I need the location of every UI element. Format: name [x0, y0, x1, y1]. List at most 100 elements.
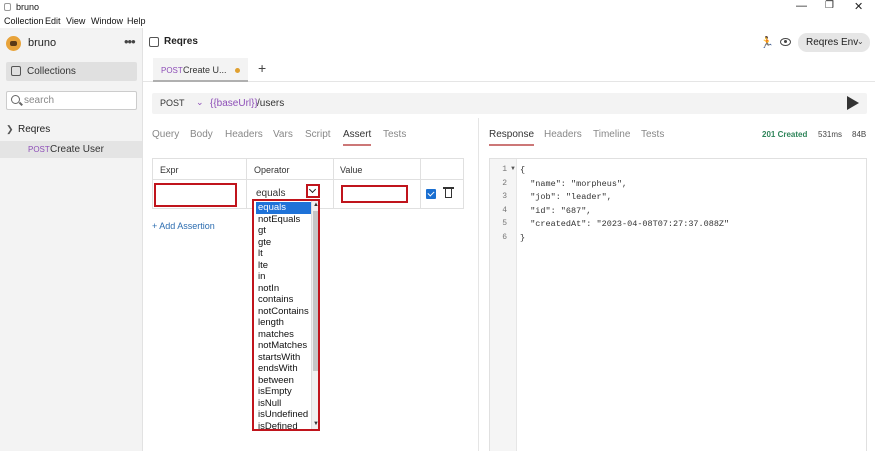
request-item-create-user[interactable]: POST Create User — [0, 141, 142, 158]
close-icon[interactable]: ✕ — [854, 0, 863, 13]
operator-option-startswith[interactable]: startsWith — [256, 352, 311, 364]
environment-label: Reqres Env — [806, 37, 859, 48]
code-line: "name": "morpheus", — [520, 178, 628, 189]
assert-table-header: Expr Operator Value — [152, 158, 464, 181]
operator-option-notmatches[interactable]: notMatches — [256, 340, 311, 352]
environment-select[interactable]: Reqres Env ⌄ — [798, 33, 870, 52]
header-expr: Expr — [160, 165, 179, 175]
menu-edit[interactable]: Edit — [45, 16, 61, 26]
value-input[interactable] — [341, 185, 408, 203]
collections-icon — [11, 66, 21, 76]
send-icon[interactable] — [847, 96, 859, 110]
app-logo-icon — [4, 3, 11, 11]
expr-input[interactable] — [154, 183, 237, 207]
eye-icon[interactable] — [780, 38, 791, 46]
url-variable[interactable]: {{baseUrl}} — [210, 98, 258, 109]
operator-option-notcontains[interactable]: notContains — [256, 306, 311, 318]
title-bar: bruno — ❐ ✕ — [0, 0, 875, 14]
code-line: { — [520, 165, 526, 175]
tab-assert[interactable]: Assert — [343, 129, 372, 146]
tab-body[interactable]: Body — [190, 129, 213, 140]
operator-option-notin[interactable]: notIn — [256, 283, 311, 295]
more-options-icon[interactable]: ••• — [124, 34, 136, 49]
enable-checkbox[interactable] — [426, 189, 436, 199]
operator-option-notequals[interactable]: notEquals — [256, 214, 311, 226]
collections-label: Collections — [27, 66, 76, 77]
collection-name: Reqres — [18, 124, 51, 135]
code-line: "id": "687", — [520, 205, 592, 216]
operator-option-lte[interactable]: lte — [256, 260, 311, 272]
tab-script[interactable]: Script — [305, 129, 331, 140]
add-assertion-button[interactable]: + Add Assertion — [152, 221, 215, 231]
trash-icon[interactable] — [443, 187, 454, 198]
operator-option-gte[interactable]: gte — [256, 237, 311, 249]
tab-response[interactable]: Response — [489, 129, 535, 146]
operator-option-matches[interactable]: matches — [256, 329, 311, 341]
scroll-up-icon[interactable]: ▲ — [313, 202, 318, 208]
scroll-down-icon[interactable]: ▼ — [313, 421, 318, 427]
fold-icon[interactable]: ▼ — [510, 166, 516, 172]
method-select[interactable]: POST — [160, 98, 185, 108]
operator-option-endswith[interactable]: endsWith — [256, 363, 311, 375]
operator-option-length[interactable]: length — [256, 317, 311, 329]
operator-option-between[interactable]: between — [256, 375, 311, 387]
response-editor[interactable]: 1 ▼ 2 3 4 5 6 { "name": "morpheus", "job": "le… — [489, 158, 867, 451]
dropdown-scrollbar[interactable]: ▲ ▼ — [311, 201, 318, 429]
operator-option-in[interactable]: in — [256, 271, 311, 283]
editor-gutter: 1 ▼ 2 3 4 5 6 — [490, 159, 517, 451]
tab-create-user[interactable]: POST Create U... — [153, 58, 248, 82]
code-line: "createdAt": "2023-04-08T07:27:37.088Z" — [520, 219, 730, 229]
tab-response-headers[interactable]: Headers — [544, 129, 582, 140]
collections-button[interactable]: Collections — [6, 62, 137, 81]
line-number: 1 — [502, 165, 507, 174]
search-box[interactable] — [6, 91, 137, 110]
operator-option-isempty[interactable]: isEmpty — [256, 386, 311, 398]
tab-headers[interactable]: Headers — [225, 129, 263, 140]
scrollbar-thumb[interactable] — [313, 211, 318, 371]
sidebar: bruno ••• Collections ❯ Reqres POST Crea… — [0, 28, 143, 451]
operator-option-isdefined[interactable]: isDefined — [256, 421, 311, 430]
url-path[interactable]: /users — [257, 98, 284, 109]
line-number: 2 — [502, 178, 507, 188]
request-tabs-bar: POST Create U... + — [143, 56, 875, 82]
search-input[interactable] — [24, 94, 132, 107]
search-icon — [11, 95, 20, 104]
tab-query[interactable]: Query — [152, 129, 179, 140]
line-number: 4 — [502, 205, 507, 215]
menu-window[interactable]: Window — [91, 16, 123, 26]
add-tab-button[interactable]: + — [258, 60, 266, 76]
operator-select-value[interactable]: equals — [256, 188, 285, 199]
response-size: 84B — [852, 130, 867, 139]
menu-help[interactable]: Help — [127, 16, 146, 26]
window-title: bruno — [16, 2, 40, 12]
operator-option-lt[interactable]: lt — [256, 248, 311, 260]
collection-icon — [149, 37, 159, 47]
operator-option-isnull[interactable]: isNull — [256, 398, 311, 410]
line-number: 6 — [502, 232, 507, 242]
menu-collection[interactable]: Collection — [4, 16, 44, 26]
pane-divider[interactable] — [478, 118, 479, 451]
header-operator: Operator — [254, 165, 290, 175]
unsaved-dot-icon[interactable] — [235, 68, 240, 73]
operator-option-equals[interactable]: equals — [256, 202, 311, 214]
request-method: POST — [28, 145, 50, 154]
maximize-icon[interactable]: ❐ — [825, 0, 834, 11]
tab-timeline[interactable]: Timeline — [593, 129, 630, 140]
runner-icon[interactable]: 🏃 — [760, 36, 774, 49]
tab-vars[interactable]: Vars — [273, 129, 293, 140]
minimize-icon[interactable]: — — [796, 0, 807, 12]
tab-response-tests[interactable]: Tests — [641, 129, 664, 140]
method-chevron-icon[interactable]: ⌄ — [196, 97, 204, 108]
operator-option-isundefined[interactable]: isUndefined — [256, 409, 311, 421]
operator-option-gt[interactable]: gt — [256, 225, 311, 237]
tab-method: POST — [161, 66, 183, 75]
response-time: 531ms — [818, 130, 843, 139]
tab-tests[interactable]: Tests — [383, 129, 406, 140]
menu-view[interactable]: View — [66, 16, 85, 26]
request-name: Create User — [50, 144, 104, 155]
response-status: 201 Created — [762, 130, 808, 139]
operator-option-contains[interactable]: contains — [256, 294, 311, 306]
operator-chevron-icon[interactable] — [306, 184, 320, 198]
chevron-right-icon: ❯ — [6, 124, 14, 134]
operator-dropdown[interactable]: equals notEquals gt gte lt lte in notIn contains… — [252, 199, 320, 431]
